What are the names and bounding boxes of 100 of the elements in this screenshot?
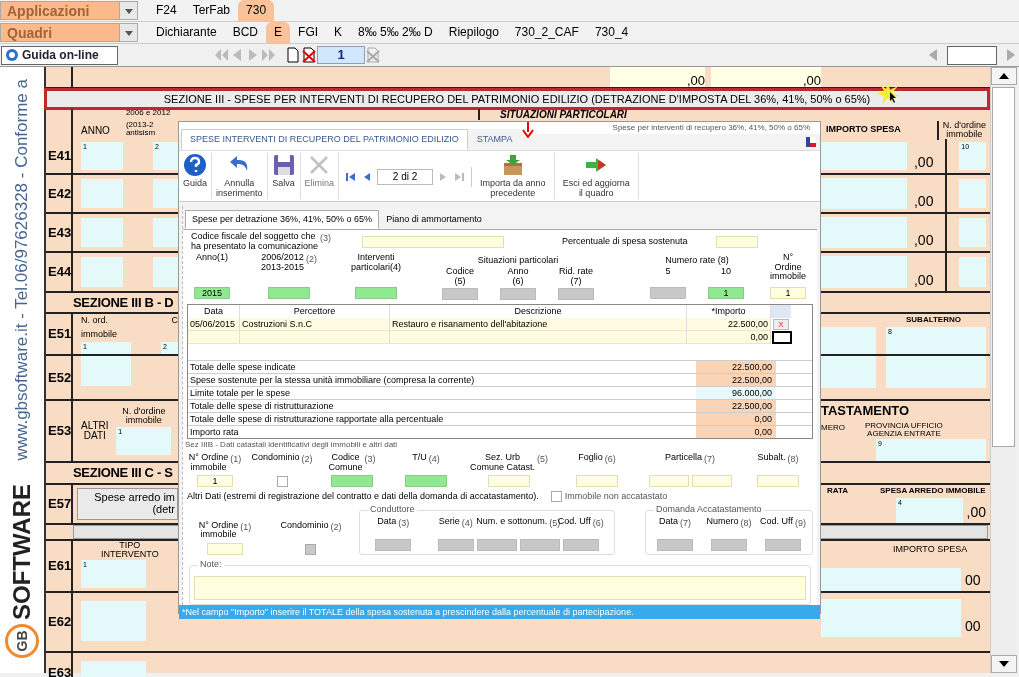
row-code: E42 [48, 184, 72, 203]
amount-text: ,00 [966, 502, 986, 522]
group-title: Numero rate (8) [665, 253, 729, 267]
input-field[interactable]: 1 [770, 287, 806, 300]
help-icon [183, 153, 207, 177]
total-value: 22.500,00 [696, 361, 776, 374]
table-cell: 05/06/2015 [188, 318, 240, 332]
column-header: 2006 e 2012 [125, 109, 171, 117]
input-field[interactable]: 1 [708, 287, 744, 300]
input-field[interactable] [405, 475, 447, 488]
field-label: Sez. Urb Comune Catast. [470, 453, 535, 473]
field-label: Anno(1) [196, 253, 228, 263]
scrollbar-thumb[interactable] [992, 87, 1015, 447]
input-field[interactable] [821, 177, 907, 210]
field-label: (4) [461, 516, 473, 530]
input-field[interactable] [81, 256, 123, 288]
input-field[interactable]: 2015 [194, 287, 230, 300]
field-label: N° Ordine immobile [188, 453, 229, 473]
field-label: Codice fiscale del soggetto che ha presentato la comunicazione [191, 232, 319, 252]
column-header: SPESA ARREDO IMMOBILE [880, 484, 986, 497]
record-field[interactable]: 2 di 2 [377, 169, 434, 185]
amount-text: 00 [965, 616, 981, 636]
checkbox[interactable] [276, 476, 288, 488]
help-button[interactable]: Guida [179, 153, 213, 199]
tab[interactable]: 730 [238, 0, 275, 21]
note-field[interactable] [194, 575, 806, 600]
input-field[interactable] [821, 598, 961, 637]
input-field[interactable] [331, 475, 373, 488]
input-field[interactable] [81, 217, 123, 248]
input-field[interactable] [947, 45, 997, 65]
input-field[interactable] [821, 216, 907, 249]
input-field[interactable] [821, 255, 907, 289]
input-field[interactable] [81, 600, 146, 641]
scroll-up-icon[interactable] [991, 67, 1017, 85]
page-field[interactable]: 1 [317, 46, 365, 64]
field-label: Condominio [251, 453, 300, 463]
input-field[interactable] [355, 287, 397, 300]
input-field[interactable] [959, 256, 986, 288]
input-field[interactable]: 1 [197, 475, 233, 488]
input-field[interactable] [152, 178, 178, 209]
exit-button[interactable]: Esci ed aggiorna il quadro [554, 153, 639, 199]
spese-arredo-button[interactable]: Spese arredo im (detr [77, 487, 178, 520]
field-label: Cod. Uff [760, 516, 793, 527]
delete-page-icon[interactable] [301, 47, 317, 63]
input-field[interactable] [81, 178, 123, 209]
input-field[interactable] [821, 327, 876, 354]
scroll-down-icon[interactable] [991, 655, 1017, 673]
input-field[interactable] [821, 568, 961, 591]
first-record-icon[interactable] [345, 171, 357, 183]
total-label: Spese sostenute per la stessa unità immobiliare (compresa la corrente) [189, 374, 476, 387]
row-label: ALTRI DATI [81, 420, 109, 442]
help-button[interactable]: Guida on-line [1, 45, 118, 65]
total-value: 22.500,00 [696, 374, 776, 387]
checkbox[interactable] [550, 491, 562, 503]
field-label: Particella [665, 453, 702, 463]
total-value: 0,00 [696, 413, 776, 426]
cursor-icon [876, 82, 900, 106]
save-button[interactable]: Salva [267, 153, 301, 199]
undo-button[interactable]: Annulla inserimento [212, 153, 268, 199]
page-icon[interactable] [285, 47, 301, 63]
field-label: (2) [330, 520, 342, 534]
column-header: RATA [827, 484, 849, 497]
input-field[interactable] [772, 331, 792, 345]
input-field[interactable] [152, 256, 178, 288]
dialog-title: Spese per interventi di recupero 36%, 41%, 50% o 65% [612, 122, 810, 134]
last-record-icon[interactable] [454, 171, 466, 183]
input-field[interactable] [821, 356, 876, 388]
import-button[interactable]: Importa da anno precedente [472, 153, 555, 199]
row-code: E61 [48, 556, 72, 575]
amount-field[interactable]: ,00 [711, 67, 821, 87]
input-field[interactable] [152, 217, 178, 248]
input-field[interactable] [959, 178, 986, 209]
field-label: Codice (5) [446, 267, 474, 287]
header-cell [771, 305, 791, 319]
column-header: PROVINCIA UFFICIO AGENZIA ENTRATE [865, 421, 943, 439]
last-page-icon[interactable] [261, 47, 277, 63]
tab[interactable]: E [266, 22, 291, 43]
tab[interactable]: Piano di ammortamento [379, 209, 489, 230]
tab[interactable]: SPESE INTERVENTI DI RECUPERO DEL PATRIMONIO EDILIZIO [181, 128, 468, 150]
row-code: E43 [48, 223, 72, 242]
section-header[interactable]: SEZIONE III - SPESE PER INTERVENTI DI RECUPERO DEL PATRIMONIO EDILIZIO (DETRAZIONE D'IMPOSTA DEL 36%, 41%, 50% o 65%) [44, 88, 990, 110]
column-header: N. ord. immobile [81, 314, 118, 341]
column-header: IMPORTO SPESA [893, 542, 969, 556]
tab[interactable]: Spese per detrazione 36%, 41%, 50% o 65% [185, 209, 380, 230]
amount-field[interactable]: ,00 [610, 67, 705, 87]
first-page-icon[interactable] [213, 47, 229, 63]
field-label: (1) [230, 453, 242, 467]
input-field[interactable] [821, 141, 907, 171]
group-title: Domanda Accatastamento [654, 503, 764, 514]
input-field[interactable] [886, 356, 986, 388]
field-label: Subalt. [757, 453, 786, 463]
field-label: (1) [240, 520, 252, 534]
total-value: 22.500,00 [696, 400, 776, 413]
field-label: (2) [301, 453, 313, 467]
column-header: C [171, 314, 178, 327]
input-field[interactable] [268, 287, 310, 300]
input-field[interactable] [81, 356, 131, 387]
input-field[interactable] [959, 217, 986, 248]
delete-button[interactable]: X [773, 319, 789, 331]
field-label: 5 [665, 267, 671, 277]
